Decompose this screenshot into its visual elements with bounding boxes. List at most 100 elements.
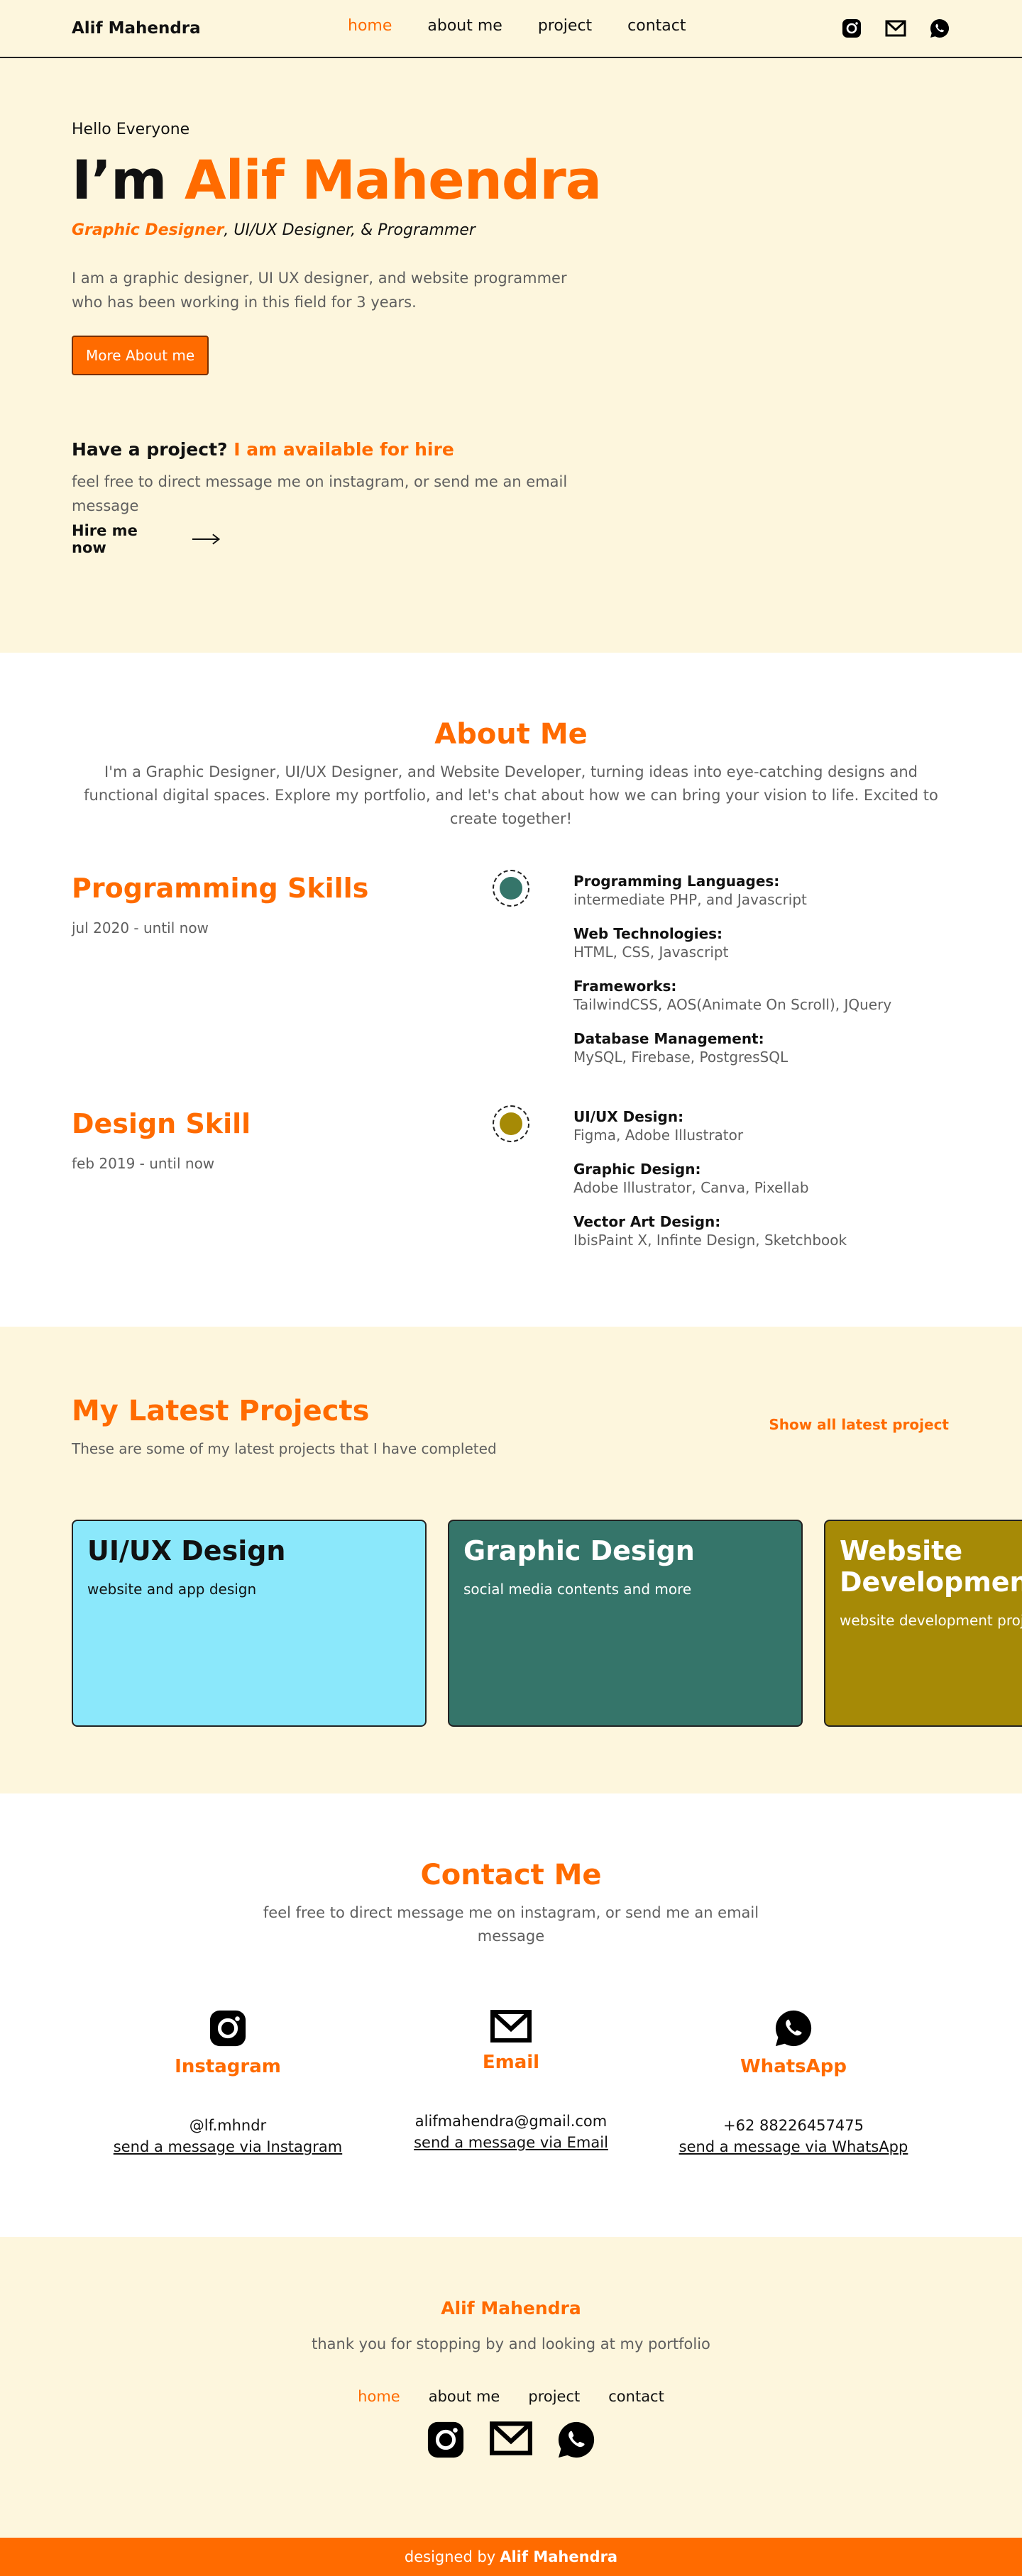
project-cards: UI/UX Design website and app design Grap… bbox=[72, 1520, 1022, 1727]
nav-link-home[interactable]: home bbox=[348, 17, 392, 35]
skill-detail-value: TailwindCSS, AOS(Animate On Scroll), JQu… bbox=[573, 996, 892, 1013]
skill-detail: UI/UX Design: Figma, Adobe Illustrator bbox=[573, 1108, 847, 1144]
footer-name: Alif Mahendra bbox=[441, 2298, 581, 2318]
skill-detail: Database Management: MySQL, Firebase, Pos… bbox=[573, 1030, 891, 1066]
send-email-link[interactable]: send a message via Email bbox=[414, 2134, 608, 2151]
contact-value: alifmahendra@gmail.com bbox=[414, 2113, 608, 2130]
hero-role-rest: , UI/UX Designer, & Programmer bbox=[224, 221, 476, 239]
brand-name[interactable]: Alif Mahendra bbox=[72, 19, 201, 38]
skill-design: Design Skill feb 2019 - until now bbox=[72, 1108, 251, 1172]
email-icon[interactable] bbox=[489, 2421, 533, 2462]
timeline-dot bbox=[493, 1105, 529, 1142]
projects-section: My Latest Projects These are some of my … bbox=[0, 1327, 1022, 1793]
email-icon[interactable] bbox=[885, 18, 906, 39]
credit-name: Alif Mahendra bbox=[500, 2548, 618, 2565]
hero-greeting: Hello Everyone bbox=[72, 121, 190, 138]
skill-detail-key: UI/UX Design: bbox=[573, 1108, 684, 1125]
skill-detail-key: Web Technologies: bbox=[573, 925, 723, 942]
nav-link-about[interactable]: about me bbox=[427, 17, 502, 35]
contact-text: feel free to direct message me on instag… bbox=[263, 1904, 759, 1945]
email-icon[interactable] bbox=[369, 2009, 653, 2043]
skill-title: Design Skill bbox=[72, 1108, 251, 1139]
hire-me-label: Hire me now bbox=[72, 522, 138, 556]
footer-link-home[interactable]: home bbox=[358, 2388, 400, 2405]
show-all-projects-link[interactable]: Show all latest project bbox=[769, 1416, 949, 1433]
hire-me-link[interactable]: Hire me now bbox=[72, 522, 221, 556]
footer-link-project[interactable]: project bbox=[528, 2388, 580, 2405]
contact-email: Email alifmahendra@gmail.com send a mess… bbox=[369, 2009, 653, 2151]
instagram-icon[interactable] bbox=[427, 2421, 465, 2462]
whatsapp-icon[interactable] bbox=[652, 2009, 935, 2047]
credit-bar: designed by Alif Mahendra bbox=[0, 2538, 1022, 2576]
skill-detail: Frameworks: TailwindCSS, AOS(Animate On S… bbox=[573, 978, 891, 1013]
contact-instagram: Instagram @lf.mhndr send a message via I… bbox=[86, 2009, 370, 2155]
hire-question: Have a project? bbox=[72, 439, 228, 460]
skill-detail-key: Graphic Design: bbox=[573, 1161, 701, 1178]
hero-role-highlight: Graphic Designer bbox=[72, 221, 224, 239]
project-card-desc: website and app design bbox=[87, 1581, 257, 1598]
footer: Alif Mahendra thank you for stopping by … bbox=[0, 2237, 1022, 2538]
project-card-uiux[interactable]: UI/UX Design website and app design bbox=[72, 1520, 427, 1727]
whatsapp-icon[interactable] bbox=[557, 2421, 595, 2462]
skill-detail-key: Frameworks: bbox=[573, 978, 677, 995]
instagram-icon[interactable] bbox=[841, 18, 862, 39]
footer-link-contact[interactable]: contact bbox=[608, 2388, 664, 2405]
contact-title: Contact Me bbox=[420, 1859, 602, 1891]
hire-text: feel free to direct message me on instag… bbox=[72, 473, 568, 514]
projects-subtitle: These are some of my latest projects tha… bbox=[72, 1440, 497, 1457]
nav-social-icons bbox=[841, 18, 950, 39]
skill-programming: Programming Skills jul 2020 - until now bbox=[72, 873, 368, 936]
send-whatsapp-link[interactable]: send a message via WhatsApp bbox=[679, 2138, 908, 2155]
nav-links: home about me project contact bbox=[348, 17, 686, 35]
hero-heading: I’m Alif Mahendra bbox=[72, 148, 950, 211]
about-title: About Me bbox=[434, 718, 588, 751]
skill-detail: Programming Languages: intermediate PHP, … bbox=[573, 873, 891, 908]
skill-detail-value: IbisPaint X, Infinte Design, Sketchbook bbox=[573, 1232, 847, 1249]
skill-design-details: UI/UX Design: Figma, Adobe Illustrator Gr… bbox=[573, 1108, 847, 1266]
project-card-title: Website Development bbox=[840, 1535, 1022, 1598]
nav-link-project[interactable]: project bbox=[538, 17, 592, 35]
contact-value: +62 88226457475 bbox=[723, 2117, 864, 2134]
hire-heading: Have a project? I am available for hire bbox=[72, 439, 950, 460]
contact-whatsapp: WhatsApp +62 88226457475 send a message … bbox=[652, 2009, 935, 2155]
hero-heading-prefix: I’m bbox=[72, 148, 185, 211]
credit-prefix: designed by bbox=[404, 2548, 496, 2565]
about-text: I'm a Graphic Designer, UI/UX Designer, … bbox=[84, 763, 938, 827]
footer-link-about[interactable]: about me bbox=[429, 2388, 500, 2405]
hero-intro: I am a graphic designer, UI UX designer,… bbox=[72, 270, 567, 311]
skill-detail-value: Figma, Adobe Illustrator bbox=[573, 1127, 744, 1144]
skill-detail-value: HTML, CSS, Javascript bbox=[573, 944, 729, 961]
skill-detail-value: Adobe Illustrator, Canva, Pixellab bbox=[573, 1179, 809, 1196]
contact-label: WhatsApp bbox=[740, 2056, 847, 2077]
skill-detail: Web Technologies: HTML, CSS, Javascript bbox=[573, 925, 891, 961]
skill-detail: Vector Art Design: IbisPaint X, Infinte D… bbox=[573, 1213, 847, 1249]
send-instagram-link[interactable]: send a message via Instagram bbox=[114, 2138, 342, 2155]
footer-social-icons bbox=[0, 2421, 1022, 2462]
project-card-web[interactable]: Website Development website development … bbox=[824, 1520, 1022, 1727]
footer-links: home about me project contact bbox=[0, 2388, 1022, 2405]
whatsapp-icon[interactable] bbox=[929, 18, 950, 39]
timeline-dot-fill bbox=[500, 877, 522, 900]
project-card-desc: social media contents and more bbox=[463, 1581, 692, 1598]
skill-detail-value: intermediate PHP, and Javascript bbox=[573, 891, 807, 908]
skill-detail-key: Database Management: bbox=[573, 1030, 764, 1047]
hero-roles: Graphic Designer, UI/UX Designer, & Prog… bbox=[72, 221, 950, 239]
more-about-me-button[interactable]: More About me bbox=[72, 336, 209, 375]
timeline-dot bbox=[493, 870, 529, 907]
top-navbar: Alif Mahendra home about me project cont… bbox=[0, 0, 1022, 58]
skill-detail: Graphic Design: Adobe Illustrator, Canva,… bbox=[573, 1161, 847, 1196]
skill-title: Programming Skills bbox=[72, 873, 369, 904]
skill-detail-value: MySQL, Firebase, PostgresSQL bbox=[573, 1049, 789, 1066]
contact-label: Instagram bbox=[175, 2056, 281, 2077]
nav-link-contact[interactable]: contact bbox=[627, 17, 686, 35]
project-card-graphic[interactable]: Graphic Design social media contents and… bbox=[448, 1520, 803, 1727]
project-card-desc: website development projects bbox=[840, 1612, 1022, 1629]
instagram-icon[interactable] bbox=[86, 2009, 370, 2047]
timeline-dot-fill bbox=[500, 1112, 522, 1135]
contact-value: @lf.mhndr bbox=[189, 2117, 267, 2134]
footer-thanks: thank you for stopping by and looking at… bbox=[312, 2335, 710, 2353]
skill-detail-key: Programming Languages: bbox=[573, 873, 780, 890]
about-section: About Me I'm a Graphic Designer, UI/UX D… bbox=[0, 653, 1022, 1327]
project-card-title: Graphic Design bbox=[463, 1535, 695, 1566]
skill-period: jul 2020 - until now bbox=[72, 919, 209, 936]
